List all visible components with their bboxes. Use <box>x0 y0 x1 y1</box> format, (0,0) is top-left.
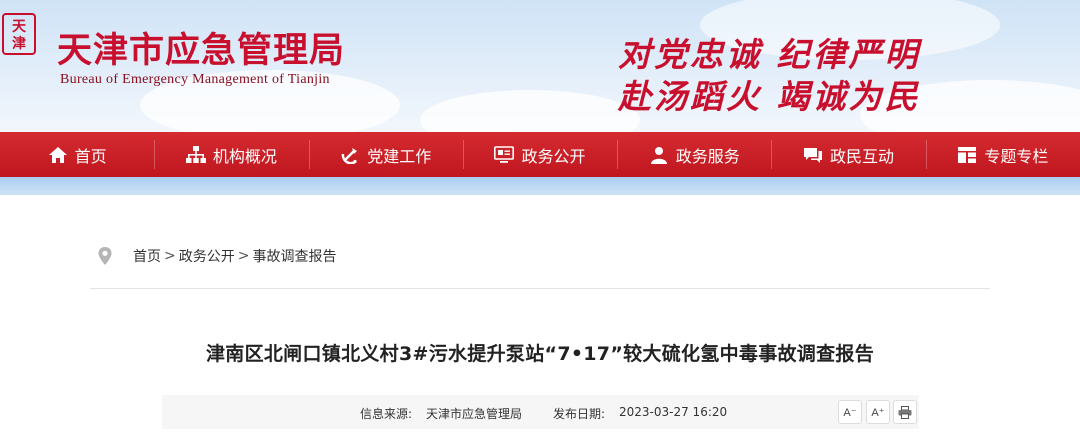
breadcrumb-separator: > <box>164 248 176 264</box>
svg-text:津: 津 <box>12 35 26 52</box>
breadcrumb-home[interactable]: 首页 <box>133 246 161 266</box>
seal-icon: 天 津 <box>2 13 36 55</box>
nav-item-special-column[interactable]: 专题专栏 <box>925 132 1080 177</box>
main-nav: 首页 机构概况 党建工作 政务公开 政务服务 政民互动 专题专栏 <box>0 132 1080 177</box>
divider <box>90 288 990 289</box>
svg-text:天: 天 <box>12 19 27 35</box>
print-button[interactable] <box>893 400 917 424</box>
nav-item-interaction[interactable]: 政民互动 <box>771 132 925 177</box>
org-chart-icon <box>185 145 206 163</box>
user-icon <box>650 146 667 164</box>
breadcrumb-accident-reports[interactable]: 事故调查报告 <box>252 246 336 266</box>
site-subtitle: Bureau of Emergency Management of Tianji… <box>60 72 330 87</box>
nav-item-label: 专题专栏 <box>984 146 1049 166</box>
home-icon <box>48 146 67 163</box>
monitor-icon <box>494 145 515 163</box>
slogan-line-2: 赴汤蹈火 竭诚为民 <box>618 77 921 116</box>
location-pin-icon <box>98 247 112 265</box>
date-value: 2023-03-27 16:20 <box>619 405 728 419</box>
header-band <box>0 177 1080 195</box>
chat-icon <box>804 147 823 163</box>
nav-item-label: 政务公开 <box>521 146 586 166</box>
breadcrumb: 首页 > 政务公开 > 事故调查报告 <box>97 246 336 266</box>
column-icon <box>958 146 977 163</box>
article-meta-bar <box>162 395 919 429</box>
source-label: 信息来源: <box>360 407 413 421</box>
source-value: 天津市应急管理局 <box>426 407 523 421</box>
slogan-line-1: 对党忠诚 纪律严明 <box>618 35 921 74</box>
article-title: 津南区北闸口镇北义村3#污水提升泵站“7•17”较大硫化氢中毒事故调查报告 <box>205 343 875 365</box>
print-icon <box>898 405 912 419</box>
date-label: 发布日期: <box>553 407 606 421</box>
nav-item-gov-services[interactable]: 政务服务 <box>617 132 771 177</box>
nav-item-party-work[interactable]: 党建工作 <box>308 132 463 177</box>
font-increase-button[interactable]: A⁺ <box>866 400 890 424</box>
nav-item-label: 党建工作 <box>367 146 432 166</box>
nav-item-label: 政务服务 <box>675 146 740 166</box>
site-logo-seal[interactable]: 天 津 <box>2 12 36 55</box>
nav-item-label: 政民互动 <box>830 146 895 166</box>
nav-item-label: 首页 <box>74 146 107 166</box>
nav-item-label: 机构概况 <box>212 146 277 166</box>
nav-item-gov-affairs-open[interactable]: 政务公开 <box>462 132 617 177</box>
header-cloud <box>420 90 640 132</box>
nav-item-home[interactable]: 首页 <box>0 132 154 177</box>
site-title[interactable]: 天津市应急管理局 <box>57 22 345 73</box>
nav-item-organization[interactable]: 机构概况 <box>154 132 308 177</box>
site-header: 天 津 天津市应急管理局 Bureau of Emergency Managem… <box>0 0 1080 132</box>
party-emblem-icon <box>341 147 358 164</box>
breadcrumb-gov-affairs-open[interactable]: 政务公开 <box>179 246 235 266</box>
font-decrease-button[interactable]: A⁻ <box>838 400 862 424</box>
breadcrumb-separator: > <box>237 248 250 264</box>
